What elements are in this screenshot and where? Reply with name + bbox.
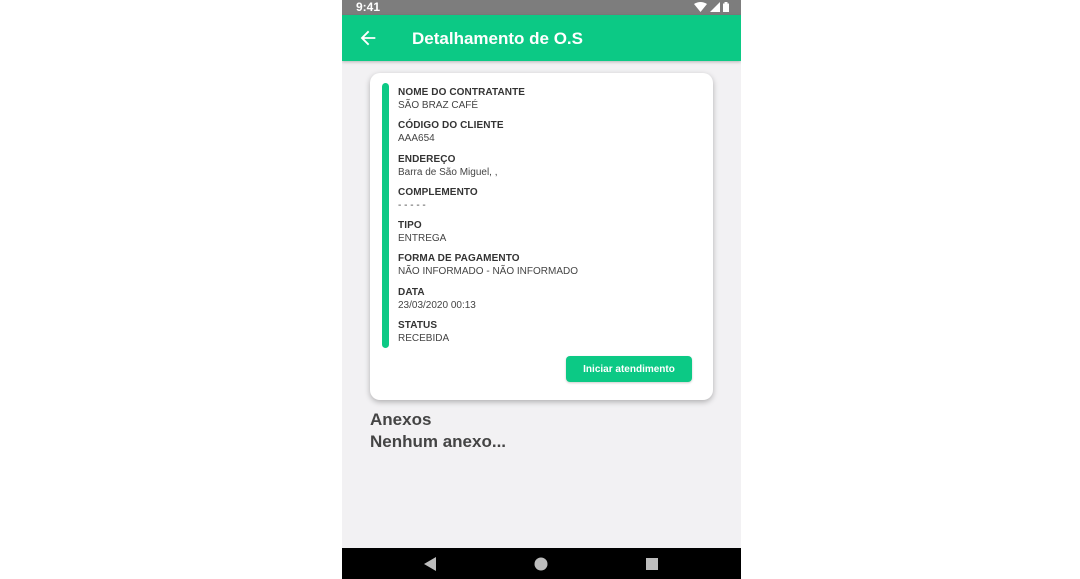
system-nav-bar (342, 548, 741, 579)
back-arrow-icon[interactable] (357, 27, 379, 49)
attachments-heading: Anexos (370, 410, 432, 429)
field-value: AAA654 (398, 133, 435, 145)
field-value: SÃO BRAZ CAFÉ (398, 100, 479, 111)
field-label: TIPO (398, 220, 422, 232)
field-label: NOME DO CONTRATANTE (398, 87, 526, 98)
field-label: COMPLEMENTO (398, 186, 478, 198)
field-value: RECEBIDA (398, 333, 450, 345)
field-date: DATA 23/03/2020 00:13 (398, 286, 578, 319)
field-value: - - - - - (398, 199, 426, 211)
field-label: ENDEREÇO (398, 153, 456, 165)
field-status: STATUS RECEBIDA (398, 319, 578, 352)
field-contractor-name: NOME DO CONTRATANTE SÃO BRAZ CAFÉ (398, 86, 578, 119)
status-bar: 9:41 (342, 0, 741, 15)
field-label: FORMA DE PAGAMENTO (398, 253, 520, 265)
nav-recents-icon[interactable] (644, 556, 660, 572)
app-bar: Detalhamento de O.S (342, 15, 741, 61)
signal-icon (710, 2, 720, 12)
battery-icon (723, 2, 729, 12)
field-label: DATA (398, 286, 425, 298)
wifi-icon (694, 2, 707, 12)
field-address: ENDEREÇO Barra de São Miguel, , (398, 153, 578, 186)
page-title: Detalhamento de O.S (412, 29, 583, 48)
attachments-empty-text: Nenhum anexo... (370, 432, 507, 451)
nav-home-icon[interactable] (533, 556, 549, 572)
nav-back-icon[interactable] (422, 556, 438, 572)
field-label: STATUS (398, 320, 438, 332)
field-value: 23/03/2020 00:13 (398, 299, 476, 311)
order-fields: NOME DO CONTRATANTE SÃO BRAZ CAFÉ CÓDIGO… (398, 86, 578, 352)
field-value: Barra de São Miguel, , (398, 166, 498, 178)
field-complement: COMPLEMENTO - - - - - (398, 186, 578, 219)
card-accent-bar (382, 83, 389, 348)
field-label: CÓDIGO DO CLIENTE (398, 120, 504, 132)
order-detail-card: NOME DO CONTRATANTE SÃO BRAZ CAFÉ CÓDIGO… (370, 73, 713, 400)
phone-screen: 9:41 Detalhamento de O.S NOME DO CONTRAT… (342, 0, 741, 579)
field-type: TIPO ENTREGA (398, 219, 578, 252)
field-payment-method: FORMA DE PAGAMENTO NÃO INFORMADO - NÃO I… (398, 252, 578, 285)
status-time: 9:41 (356, 0, 381, 14)
field-value: ENTREGA (398, 233, 447, 245)
start-service-button[interactable]: Iniciar atendimento (566, 356, 692, 382)
field-value: NÃO INFORMADO - NÃO INFORMADO (398, 266, 578, 278)
status-icons (694, 2, 729, 12)
field-client-code: CÓDIGO DO CLIENTE AAA654 (398, 119, 578, 152)
